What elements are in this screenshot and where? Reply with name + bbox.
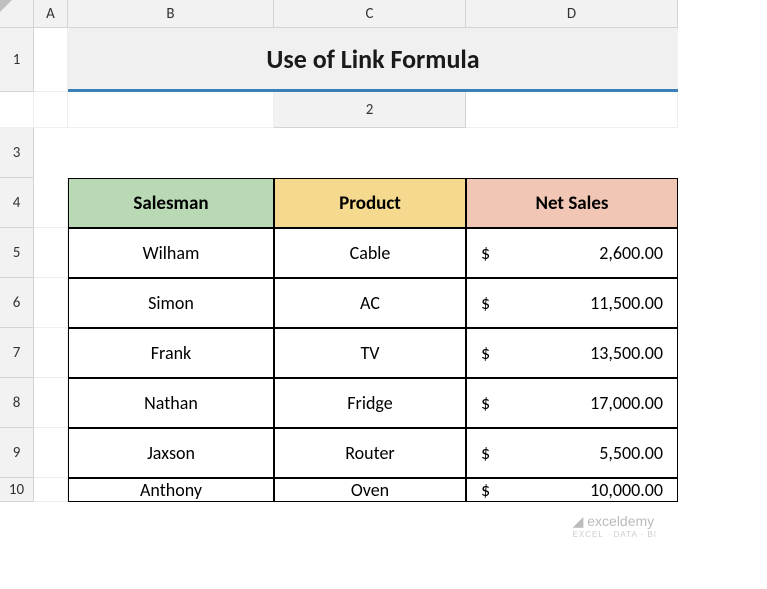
currency-symbol: $ [481,242,490,264]
cell-sales-5[interactable]: $ 10,000.00 [466,478,678,502]
cell-product-3[interactable]: Fridge [274,378,466,428]
select-all-corner[interactable] [0,0,34,28]
currency-symbol: $ [481,292,490,314]
sales-value: 10,000.00 [590,479,663,501]
cell-a1[interactable] [34,28,68,92]
cell-salesman-4[interactable]: Jaxson [68,428,274,478]
watermark-text: exceldemy [587,513,654,529]
cell-a10[interactable] [34,478,68,502]
cell-sales-2[interactable]: $ 13,500.00 [466,328,678,378]
header-salesman[interactable]: Salesman [68,178,274,228]
currency-symbol: $ [481,342,490,364]
cell-a3[interactable] [34,128,68,178]
cell-a8[interactable] [34,378,68,428]
sales-value: 2,600.00 [599,242,663,264]
spreadsheet-grid: A B C D 1 2 Use of Link Formula 3 4 Sale… [0,0,767,502]
sales-value: 13,500.00 [590,342,663,364]
col-header-d[interactable]: D [466,0,678,28]
cell-sales-4[interactable]: $ 5,500.00 [466,428,678,478]
cell-a6[interactable] [34,278,68,328]
cell-c1[interactable] [34,92,68,128]
col-header-b[interactable]: B [68,0,274,28]
sales-value: 5,500.00 [599,442,663,464]
cell-d3[interactable] [466,128,678,178]
cell-product-5[interactable]: Oven [274,478,466,502]
row-header-1[interactable]: 1 [0,28,34,92]
row-header-5[interactable]: 5 [0,228,34,278]
cell-salesman-3[interactable]: Nathan [68,378,274,428]
row-header-6[interactable]: 6 [0,278,34,328]
cell-b1[interactable] [0,92,34,128]
title-text: Use of Link Formula [266,43,479,75]
row-header-10[interactable]: 10 [0,478,34,502]
watermark-icon: ◢ [573,513,584,529]
sales-value: 11,500.00 [590,292,663,314]
cell-salesman-5[interactable]: Anthony [68,478,274,502]
cell-a2[interactable] [466,92,678,128]
header-netsales[interactable]: Net Sales [466,178,678,228]
title-cell[interactable]: Use of Link Formula [68,28,678,92]
cell-a7[interactable] [34,328,68,378]
cell-sales-1[interactable]: $ 11,500.00 [466,278,678,328]
cell-b3[interactable] [68,128,274,178]
row-header-4[interactable]: 4 [0,178,34,228]
cell-c3[interactable] [274,128,466,178]
cell-sales-0[interactable]: $ 2,600.00 [466,228,678,278]
col-header-c[interactable]: C [274,0,466,28]
currency-symbol: $ [481,479,490,501]
currency-symbol: $ [481,392,490,414]
cell-a4[interactable] [34,178,68,228]
cell-product-0[interactable]: Cable [274,228,466,278]
watermark-subtext: EXCEL · DATA · BI [573,530,657,539]
cell-sales-3[interactable]: $ 17,000.00 [466,378,678,428]
row-header-7[interactable]: 7 [0,328,34,378]
header-product[interactable]: Product [274,178,466,228]
cell-d1[interactable] [68,92,274,128]
cell-product-4[interactable]: Router [274,428,466,478]
cell-salesman-1[interactable]: Simon [68,278,274,328]
cell-a5[interactable] [34,228,68,278]
row-header-3[interactable]: 3 [0,128,34,178]
cell-a9[interactable] [34,428,68,478]
currency-symbol: $ [481,442,490,464]
cell-product-1[interactable]: AC [274,278,466,328]
row-header-9[interactable]: 9 [0,428,34,478]
cell-salesman-0[interactable]: Wilham [68,228,274,278]
watermark: ◢ exceldemy EXCEL · DATA · BI [573,513,657,539]
row-header-2[interactable]: 2 [274,92,466,128]
cell-salesman-2[interactable]: Frank [68,328,274,378]
row-header-8[interactable]: 8 [0,378,34,428]
sales-value: 17,000.00 [590,392,663,414]
col-header-a[interactable]: A [34,0,68,28]
cell-product-2[interactable]: TV [274,328,466,378]
